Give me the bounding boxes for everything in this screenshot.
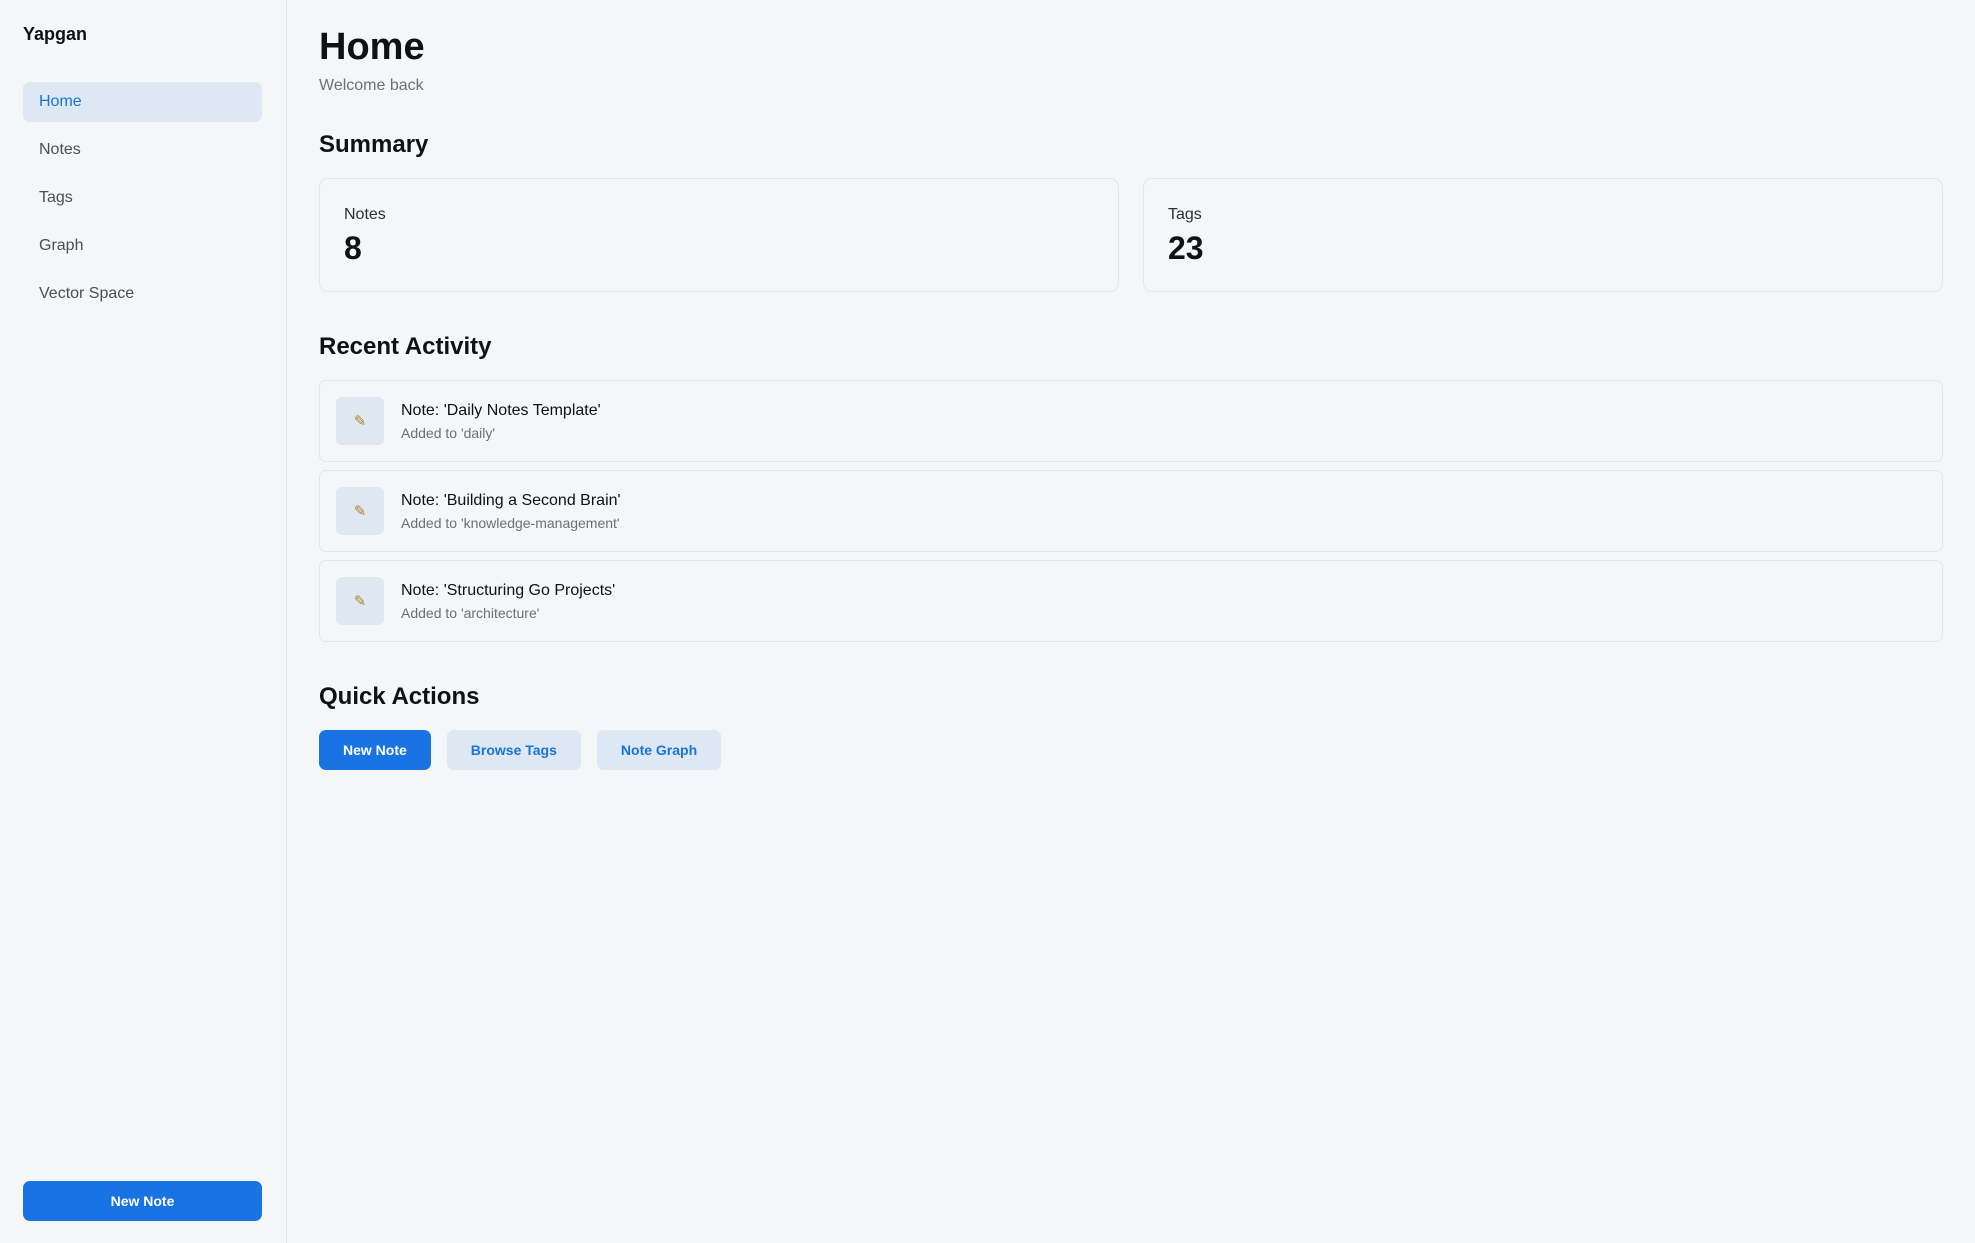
sidebar-new-note-button[interactable]: New Note: [23, 1181, 262, 1221]
main-content: Home Welcome back Summary Notes 8 Tags 2…: [287, 0, 1975, 1243]
recent-activity-heading: Recent Activity: [319, 333, 492, 360]
activity-title: Note: 'Structuring Go Projects': [401, 581, 616, 599]
sidebar-item-notes[interactable]: Notes: [23, 130, 262, 170]
quick-actions: New Note Browse Tags Note Graph: [319, 730, 722, 770]
sidebar-item-tags[interactable]: Tags: [23, 178, 262, 218]
activity-list: ✎ Note: 'Daily Notes Template' Added to …: [319, 380, 1943, 650]
activity-item[interactable]: ✎ Note: 'Building a Second Brain' Added …: [319, 470, 1943, 552]
activity-item[interactable]: ✎ Note: 'Daily Notes Template' Added to …: [319, 380, 1943, 462]
summary-cards: Notes 8 Tags 23: [319, 178, 1943, 292]
activity-title: Note: 'Building a Second Brain': [401, 491, 621, 509]
activity-subtitle: Added to 'architecture': [401, 604, 540, 621]
new-note-button[interactable]: New Note: [319, 730, 431, 770]
browse-tags-button[interactable]: Browse Tags: [446, 730, 581, 770]
page-title: Home: [319, 26, 425, 68]
notes-count-label: Notes: [344, 206, 386, 223]
tags-count-label: Tags: [1168, 206, 1202, 223]
sidebar-item-graph[interactable]: Graph: [23, 226, 262, 266]
tags-count-value: 23: [1168, 230, 1204, 266]
note-graph-button[interactable]: Note Graph: [596, 730, 722, 770]
quick-actions-heading: Quick Actions: [319, 683, 480, 710]
activity-subtitle: Added to 'daily': [401, 424, 496, 441]
sidebar-item-vector-space[interactable]: Vector Space: [23, 274, 262, 314]
sidebar-item-home[interactable]: Home: [23, 82, 262, 122]
memo-icon: ✎: [336, 577, 384, 625]
page-subtitle: Welcome back: [319, 77, 424, 94]
memo-icon: ✎: [336, 487, 384, 535]
sidebar: Yapgan Home Notes Tags Graph Vector Spac…: [0, 0, 287, 1243]
summary-heading: Summary: [319, 131, 429, 158]
activity-title: Note: 'Daily Notes Template': [401, 401, 601, 419]
memo-icon: ✎: [336, 397, 384, 445]
notes-count-card: Notes 8: [319, 178, 1119, 292]
notes-count-value: 8: [344, 230, 362, 266]
activity-item[interactable]: ✎ Note: 'Structuring Go Projects' Added …: [319, 560, 1943, 642]
tags-count-card: Tags 23: [1143, 178, 1943, 292]
app-window: Yapgan Home Notes Tags Graph Vector Spac…: [0, 0, 1975, 1243]
sidebar-nav: Home Notes Tags Graph Vector Space: [23, 82, 262, 322]
activity-subtitle: Added to 'knowledge-management': [401, 514, 620, 531]
brand-name: Yapgan: [23, 24, 88, 44]
